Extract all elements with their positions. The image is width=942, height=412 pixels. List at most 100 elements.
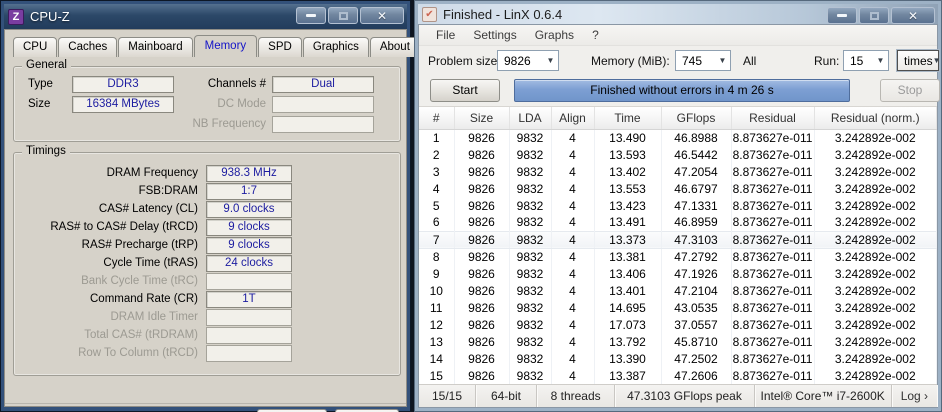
column-header[interactable]: Size xyxy=(454,107,509,129)
tab-caches[interactable]: Caches xyxy=(58,37,117,57)
nb-frequency-value xyxy=(272,116,374,133)
problem-size-combobox[interactable]: 9826 ▼ xyxy=(497,50,559,71)
table-cell: 8.873627e-011 xyxy=(731,299,814,316)
table-row[interactable]: 998269832413.40647.19268.873627e-0113.24… xyxy=(419,265,937,282)
log-button[interactable]: Log › xyxy=(892,385,937,407)
linx-close-button[interactable]: ✕ xyxy=(891,7,935,24)
table-cell: 47.1926 xyxy=(661,265,731,282)
table-cell: 4 xyxy=(551,197,594,214)
dc-mode-value xyxy=(272,96,374,113)
tab-memory[interactable]: Memory xyxy=(194,35,258,57)
table-cell: 13.381 xyxy=(594,248,661,265)
table-cell: 4 xyxy=(551,231,594,248)
linx-toolbar: Problem size: 9826 ▼ Memory (MiB): 745 ▼… xyxy=(419,46,937,76)
table-row[interactable]: 798269832413.37347.31038.873627e-0113.24… xyxy=(419,231,937,248)
table-row[interactable]: 1198269832414.69543.05358.873627e-0113.2… xyxy=(419,299,937,316)
table-cell: 8.873627e-011 xyxy=(731,231,814,248)
column-header[interactable]: Time xyxy=(594,107,661,129)
timing-row: Bank Cycle Time (tRC) xyxy=(14,273,400,291)
linx-titlebar[interactable]: ✔ Finished - LinX 0.6.4 ✕ xyxy=(418,4,938,24)
menu-graphs[interactable]: Graphs xyxy=(526,28,583,42)
menu-help[interactable]: ? xyxy=(583,28,608,42)
table-cell: 3.242892e-002 xyxy=(814,333,937,350)
linx-maximize-button[interactable] xyxy=(859,7,889,24)
minimize-icon xyxy=(306,14,316,17)
column-header[interactable]: GFlops xyxy=(661,107,731,129)
linx-app-icon: ✔ xyxy=(422,7,437,22)
table-cell: 4 xyxy=(551,180,594,197)
table-cell: 8.873627e-011 xyxy=(731,180,814,197)
table-row[interactable]: 1098269832413.40147.21048.873627e-0113.2… xyxy=(419,282,937,299)
chevron-down-icon: ▼ xyxy=(873,56,888,65)
column-header[interactable]: LDA xyxy=(509,107,551,129)
tab-mainboard[interactable]: Mainboard xyxy=(118,37,192,57)
run-label: Run: xyxy=(814,54,839,68)
table-cell: 8.873627e-011 xyxy=(731,350,814,367)
table-cell: 2 xyxy=(419,146,454,163)
table-cell: 47.2792 xyxy=(661,248,731,265)
table-row[interactable]: 598269832413.42347.13318.873627e-0113.24… xyxy=(419,197,937,214)
table-row[interactable]: 198269832413.49046.89888.873627e-0113.24… xyxy=(419,129,937,146)
table-cell: 47.1331 xyxy=(661,197,731,214)
table-cell: 9832 xyxy=(509,299,551,316)
table-row[interactable]: 1598269832413.38747.26068.873627e-0113.2… xyxy=(419,367,937,384)
table-row[interactable]: 898269832413.38147.27928.873627e-0113.24… xyxy=(419,248,937,265)
table-cell: 5 xyxy=(419,197,454,214)
close-icon: ✕ xyxy=(908,10,918,22)
timing-label: DRAM Frequency xyxy=(14,165,198,182)
cpuz-titlebar[interactable]: Z CPU-Z ✕ xyxy=(4,4,407,29)
table-row[interactable]: 1298269832417.07337.05578.873627e-0113.2… xyxy=(419,316,937,333)
chevron-down-icon: ▼ xyxy=(933,56,941,65)
table-cell: 13.373 xyxy=(594,231,661,248)
table-row[interactable]: 1398269832413.79245.87108.873627e-0113.2… xyxy=(419,333,937,350)
linx-minimize-button[interactable] xyxy=(827,7,857,24)
table-cell: 8.873627e-011 xyxy=(731,197,814,214)
table-cell: 3.242892e-002 xyxy=(814,163,937,180)
menu-settings[interactable]: Settings xyxy=(464,28,525,42)
linx-run-controls: Start Finished without errors in 4 m 26 … xyxy=(419,76,937,106)
table-row[interactable]: 398269832413.40247.20548.873627e-0113.24… xyxy=(419,163,937,180)
table-cell: 3.242892e-002 xyxy=(814,231,937,248)
table-cell: 8 xyxy=(419,248,454,265)
times-combobox[interactable]: times ▼ xyxy=(897,50,939,71)
table-cell: 8.873627e-011 xyxy=(731,282,814,299)
timings-legend: Timings xyxy=(22,145,70,157)
column-header[interactable]: Residual (norm.) xyxy=(814,107,937,129)
table-cell: 13.401 xyxy=(594,282,661,299)
timing-label: FSB:DRAM xyxy=(14,183,198,200)
timing-label: Cycle Time (tRAS) xyxy=(14,255,198,272)
column-header[interactable]: Align xyxy=(551,107,594,129)
cpuz-close-button[interactable]: ✕ xyxy=(360,7,404,24)
table-cell: 47.2606 xyxy=(661,367,731,384)
all-label: All xyxy=(743,54,756,68)
column-header[interactable]: Residual xyxy=(731,107,814,129)
start-button[interactable]: Start xyxy=(430,79,500,102)
tab-spd[interactable]: SPD xyxy=(258,37,302,57)
tab-about[interactable]: About xyxy=(370,37,420,57)
timing-row: DRAM Frequency938.3 MHz xyxy=(14,165,400,183)
memory-combobox[interactable]: 745 ▼ xyxy=(675,50,731,71)
table-cell: 4 xyxy=(551,282,594,299)
table-row[interactable]: 498269832413.55346.67978.873627e-0113.24… xyxy=(419,180,937,197)
table-cell: 9826 xyxy=(454,316,509,333)
table-row[interactable]: 298269832413.59346.54428.873627e-0113.24… xyxy=(419,146,937,163)
stop-button[interactable]: Stop xyxy=(880,79,940,102)
table-row[interactable]: 698269832413.49146.89598.873627e-0113.24… xyxy=(419,214,937,231)
table-cell: 9832 xyxy=(509,248,551,265)
timing-row: RAS# Precharge (tRP)9 clocks xyxy=(14,237,400,255)
cpuz-minimize-button[interactable] xyxy=(296,7,326,24)
table-cell: 47.2502 xyxy=(661,350,731,367)
column-header[interactable]: # xyxy=(419,107,454,129)
results-table: #SizeLDAAlignTimeGFlopsResidualResidual … xyxy=(419,107,937,384)
run-combobox[interactable]: 15 ▼ xyxy=(843,50,889,71)
table-cell: 3.242892e-002 xyxy=(814,299,937,316)
cpuz-maximize-button[interactable] xyxy=(328,7,358,24)
table-cell: 37.0557 xyxy=(661,316,731,333)
tab-graphics[interactable]: Graphics xyxy=(303,37,369,57)
table-row[interactable]: 1498269832413.39047.25028.873627e-0113.2… xyxy=(419,350,937,367)
timing-value xyxy=(206,309,292,326)
tab-cpu[interactable]: CPU xyxy=(13,37,57,57)
table-cell: 4 xyxy=(551,248,594,265)
menu-file[interactable]: File xyxy=(427,28,464,42)
table-cell: 4 xyxy=(551,214,594,231)
